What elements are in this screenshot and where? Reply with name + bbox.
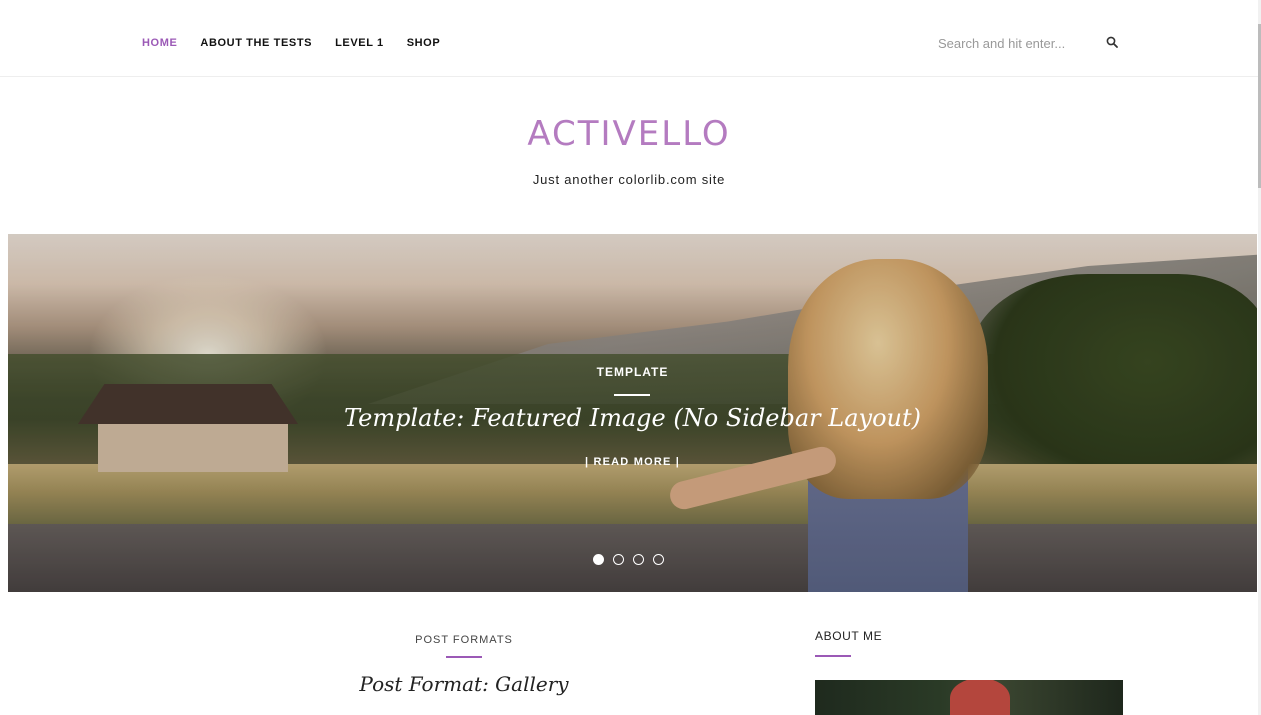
post-divider <box>446 656 482 658</box>
post-title[interactable]: Post Format: Gallery <box>314 672 614 696</box>
about-me-image <box>815 680 1123 715</box>
nav-menu: HOME ABOUT THE TESTS LEVEL 1 SHOP <box>142 37 440 49</box>
slide-category[interactable]: TEMPLATE <box>8 365 1257 379</box>
search-form <box>938 33 1123 53</box>
slide-divider <box>614 394 650 396</box>
nav-item-about-the-tests[interactable]: ABOUT THE TESTS <box>200 37 312 49</box>
slide-title[interactable]: Template: Featured Image (No Sidebar Lay… <box>8 404 1257 432</box>
nav-item-level-1[interactable]: LEVEL 1 <box>335 37 384 49</box>
search-input[interactable] <box>938 35 1098 51</box>
top-navigation: HOME ABOUT THE TESTS LEVEL 1 SHOP <box>0 0 1258 77</box>
slider-dot-3[interactable] <box>633 554 644 565</box>
post-category[interactable]: POST FORMATS <box>314 634 614 646</box>
slider-pagination <box>593 554 664 565</box>
slider-dot-4[interactable] <box>653 554 664 565</box>
site-title[interactable]: ACTIVELLO <box>0 114 1258 154</box>
slider-dot-1[interactable] <box>593 554 604 565</box>
read-more-link[interactable]: | READ MORE | <box>8 456 1257 468</box>
site-title-text[interactable]: ACTIVELLO <box>527 114 730 154</box>
nav-item-shop[interactable]: SHOP <box>407 37 441 49</box>
nav-item-home[interactable]: HOME <box>142 37 177 49</box>
widget-title-about-me: ABOUT ME <box>815 629 883 643</box>
about-me-image-hat <box>950 680 1010 715</box>
slider-dot-2[interactable] <box>613 554 624 565</box>
site-tagline: Just another colorlib.com site <box>532 172 726 187</box>
featured-slider[interactable]: TEMPLATE Template: Featured Image (No Si… <box>8 234 1257 592</box>
search-icon[interactable] <box>1106 36 1120 50</box>
widget-divider <box>815 655 851 657</box>
